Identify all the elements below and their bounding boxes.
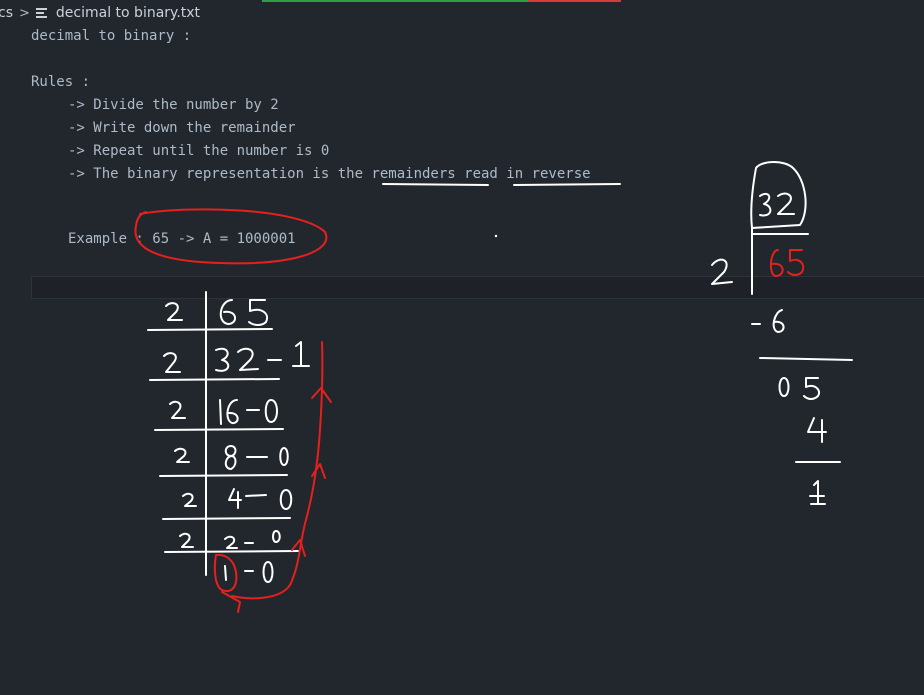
editor[interactable]: decimal to binary : Rules : -> Divide th… [31, 25, 924, 251]
empty-line [31, 48, 924, 71]
breadcrumb-file[interactable]: decimal to binary.txt [56, 5, 200, 21]
text-file-icon [35, 7, 48, 19]
breadcrumb: cs > decimal to binary.txt [0, 2, 200, 24]
editor-line-rule-4: -> The binary representation is the rema… [68, 166, 591, 182]
editor-line-rules: Rules : [31, 74, 91, 90]
empty-line [31, 186, 924, 209]
red-arrow-annotation [213, 341, 332, 613]
editor-line-rule-2: -> Write down the remainder [68, 120, 296, 136]
current-line-highlight[interactable] [31, 276, 924, 299]
editor-line-rule-3: -> Repeat until the number is 0 [68, 143, 330, 159]
editor-line-example: Example : 65 -> A = 1000001 [68, 231, 296, 247]
breadcrumb-parent[interactable]: cs [0, 5, 13, 21]
division-table-drawing [147, 291, 310, 583]
progress-bar-red [528, 0, 621, 2]
progress-bar-green [262, 0, 528, 2]
chevron-right-icon: > [19, 5, 30, 21]
editor-line-title: decimal to binary : [31, 28, 192, 44]
editor-line-rule-1: -> Divide the number by 2 [68, 97, 279, 113]
